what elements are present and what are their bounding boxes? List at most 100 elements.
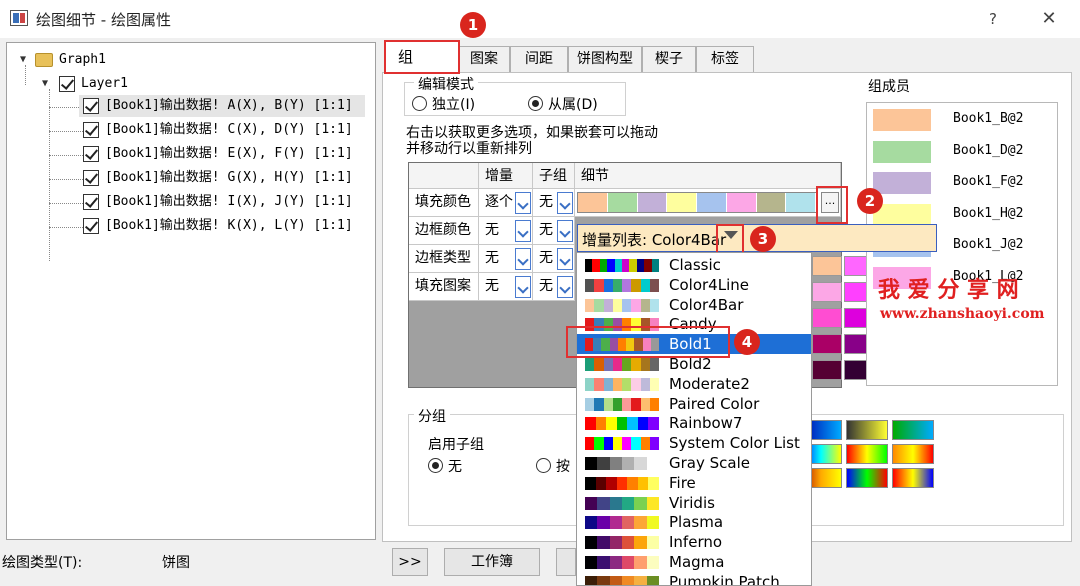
plot-checkbox[interactable] bbox=[83, 98, 99, 114]
member-name: Book1_F@2 bbox=[953, 174, 1024, 189]
grid-corner bbox=[409, 163, 479, 189]
color-list-option[interactable]: Moderate2 bbox=[577, 374, 811, 394]
dependent-radio[interactable] bbox=[528, 96, 543, 111]
edit-mode-title: 编辑模式 bbox=[414, 74, 478, 94]
increment-dropdown-arrow[interactable] bbox=[515, 220, 531, 242]
color-list-strip bbox=[585, 259, 660, 272]
subgroup-dropdown-arrow[interactable] bbox=[557, 248, 573, 270]
color-list-option[interactable]: Color4Line bbox=[577, 275, 811, 295]
color-list-option[interactable]: Magma bbox=[577, 552, 811, 572]
color-list-label: Classic bbox=[669, 256, 721, 274]
color-list-strip bbox=[585, 417, 660, 431]
collapse-icon[interactable]: ▼ bbox=[39, 78, 51, 90]
color-list-option[interactable]: Viridis bbox=[577, 493, 811, 513]
header-detail: 细节 bbox=[575, 163, 841, 189]
plot-tree[interactable]: ▼ Graph1 ▼ Layer1 [Book1]输出数据! A(X), B(Y… bbox=[6, 42, 376, 540]
member-name: Book1_J@2 bbox=[953, 237, 1024, 252]
tab-pie-geometry[interactable]: 饼图构型 bbox=[568, 46, 642, 72]
color-list-strip bbox=[585, 278, 659, 292]
tab-spacing[interactable]: 间距 bbox=[510, 46, 568, 72]
plot-checkbox[interactable] bbox=[83, 218, 99, 234]
color-list-strip bbox=[585, 556, 659, 569]
increment-dropdown-arrow[interactable] bbox=[515, 192, 531, 214]
increment-dropdown-arrow[interactable] bbox=[515, 248, 531, 270]
tab-labels[interactable]: 标签 bbox=[696, 46, 754, 72]
tree-item-plot[interactable]: [Book1]输出数据! I(X), J(Y) [1:1] bbox=[79, 191, 365, 213]
workbook-button[interactable]: 工作簿 bbox=[444, 548, 540, 576]
plot-checkbox[interactable] bbox=[83, 122, 99, 138]
plot-label: [Book1]输出数据! K(X), L(Y) [1:1] bbox=[105, 218, 353, 233]
next-button[interactable] bbox=[556, 548, 576, 576]
row-label: 边框类型 bbox=[409, 245, 479, 273]
color-list-label: Gray Scale bbox=[669, 454, 750, 472]
plot-label: [Book1]输出数据! C(X), D(Y) [1:1] bbox=[105, 122, 353, 137]
color-swatch bbox=[607, 193, 638, 212]
tree-item-plot[interactable]: [Book1]输出数据! C(X), D(Y) [1:1] bbox=[79, 119, 365, 141]
subgroup-none-label: 无 bbox=[448, 459, 462, 475]
close-button[interactable]: ✕ bbox=[1036, 6, 1062, 32]
color-list-option[interactable]: Inferno bbox=[577, 532, 811, 552]
color-list-preview[interactable] bbox=[577, 192, 817, 213]
subgroup-by-radio[interactable] bbox=[536, 458, 551, 473]
color-list-option[interactable]: System Color List bbox=[577, 433, 811, 453]
color-swatch bbox=[812, 282, 842, 302]
independent-label: 独立(I) bbox=[432, 97, 476, 113]
color-list-strip bbox=[585, 536, 659, 550]
color-list-label: Color4Bar bbox=[669, 295, 744, 314]
color-list-option[interactable]: Color4Bar bbox=[577, 295, 811, 315]
increment-list-value: 增量列表: Color4Bar bbox=[582, 231, 727, 249]
help-button[interactable]: ? bbox=[980, 6, 1006, 32]
group-title: 分组 bbox=[414, 406, 450, 426]
color-swatch bbox=[812, 256, 842, 276]
color-list-option[interactable]: Plasma bbox=[577, 512, 811, 532]
layer-checkbox[interactable] bbox=[59, 76, 75, 92]
subgroup-none-radio[interactable] bbox=[428, 458, 443, 473]
color-list-option[interactable]: Rainbow7 bbox=[577, 413, 811, 433]
tree-item-plot[interactable]: [Book1]输出数据! K(X), L(Y) [1:1] bbox=[79, 215, 365, 237]
color-swatch bbox=[667, 193, 697, 212]
independent-radio[interactable] bbox=[412, 96, 427, 111]
subgroup-dropdown-arrow[interactable] bbox=[557, 220, 573, 242]
subgroup-dropdown-arrow[interactable] bbox=[557, 192, 573, 214]
color-swatch bbox=[756, 193, 787, 212]
color-list-strip bbox=[585, 397, 659, 411]
tab-group[interactable]: 组 bbox=[384, 40, 460, 74]
plot-type-value: 饼图 bbox=[162, 555, 190, 571]
color-list-option[interactable]: Pumpkin Patch bbox=[577, 572, 811, 585]
color-list-label: Moderate2 bbox=[669, 374, 750, 393]
color-list-strip bbox=[585, 496, 659, 510]
tab-pattern[interactable]: 图案 bbox=[458, 46, 510, 72]
window-title: 绘图细节 - 绘图属性 bbox=[36, 11, 171, 29]
plot-label: [Book1]输出数据! G(X), H(Y) [1:1] bbox=[105, 170, 353, 185]
color-list-strip bbox=[585, 457, 659, 470]
color-list-dropdown[interactable]: Classic Color4Line Color4Bar Candy Bold1 Bold… bbox=[576, 252, 812, 586]
member-name: Book1_H@2 bbox=[953, 205, 1024, 221]
tree-item-plot[interactable]: [Book1]输出数据! A(X), B(Y) [1:1] bbox=[79, 95, 365, 117]
tab-wedge[interactable]: 楔子 bbox=[642, 46, 696, 72]
row-label: 边框颜色 bbox=[409, 217, 479, 245]
watermark-url: www.zhanshaoyi.com bbox=[880, 306, 1045, 322]
tree-node-layer[interactable]: ▼ Layer1 bbox=[7, 73, 375, 95]
tree-node-graph[interactable]: ▼ Graph1 bbox=[7, 49, 375, 71]
color-list-strip bbox=[585, 476, 660, 490]
color-list-label: Rainbow7 bbox=[669, 414, 743, 433]
color-list-option[interactable]: Paired Color bbox=[577, 394, 811, 414]
plot-label: [Book1]输出数据! E(X), F(Y) [1:1] bbox=[105, 146, 353, 161]
collapse-icon[interactable]: ▼ bbox=[17, 54, 29, 66]
color-list-option[interactable]: Classic bbox=[577, 255, 811, 275]
tree-item-plot[interactable]: [Book1]输出数据! E(X), F(Y) [1:1] bbox=[79, 143, 365, 165]
color-list-option[interactable]: Fire bbox=[577, 473, 811, 493]
subgroup-dropdown-arrow[interactable] bbox=[557, 276, 573, 298]
increment-dropdown-arrow[interactable] bbox=[515, 276, 531, 298]
tree-item-plot[interactable]: [Book1]输出数据! G(X), H(Y) [1:1] bbox=[79, 167, 365, 189]
expand-button[interactable]: >> bbox=[392, 548, 428, 576]
annotation-box-3 bbox=[716, 224, 744, 254]
color-list-option[interactable]: Gray Scale bbox=[577, 453, 811, 473]
plot-checkbox[interactable] bbox=[83, 170, 99, 186]
plot-checkbox[interactable] bbox=[83, 194, 99, 210]
detail-cell[interactable]: ... bbox=[575, 189, 841, 217]
annotation-box-4 bbox=[566, 326, 730, 358]
plot-checkbox[interactable] bbox=[83, 146, 99, 162]
annotation-box-2 bbox=[816, 186, 848, 224]
row-label: 填充图案 bbox=[409, 273, 479, 301]
